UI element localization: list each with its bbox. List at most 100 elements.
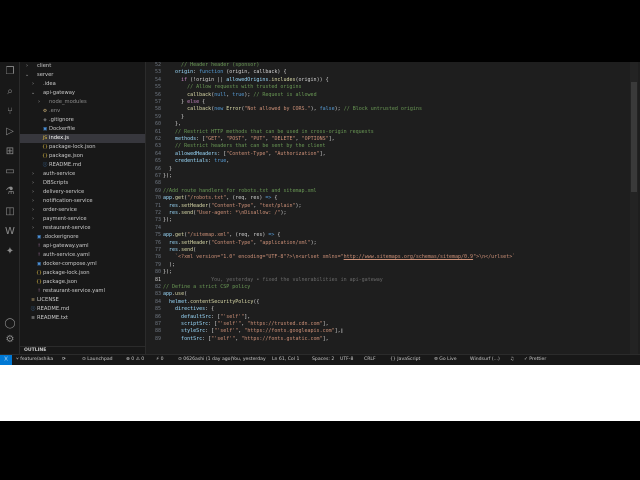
windsurf-icon[interactable]: W: [4, 226, 16, 238]
code-line[interactable]: 59 }: [146, 114, 640, 121]
code-line[interactable]: 57 } else {: [146, 99, 640, 106]
code-line[interactable]: 54 if (!origin || allowedOrigins.include…: [146, 77, 640, 84]
code-line[interactable]: 61 // Restrict HTTP methods that can be …: [146, 129, 640, 136]
status-eol[interactable]: CRLF: [364, 355, 376, 365]
explorer-item[interactable]: {}package.json: [20, 152, 145, 161]
explorer-item[interactable]: › notification-service: [20, 197, 145, 206]
code-editor[interactable]: 89 fontSrc: ["'self'", "https://fonts.gs…: [146, 62, 640, 354]
status-launchpad[interactable]: ⊙ Launchpad: [82, 355, 113, 365]
explorer-item[interactable]: ◆ .gitignore: [20, 116, 145, 125]
explorer-item[interactable]: › delivery-service: [20, 188, 145, 197]
explorer-item[interactable]: ⚙ .env: [20, 107, 145, 116]
code-line[interactable]: 71 res.setHeader("Content-Type", "text/p…: [146, 203, 640, 210]
code-line[interactable]: 52 // Header header (sponsor): [146, 62, 640, 69]
status-cursor-position[interactable]: Ln 61, Col 1: [272, 355, 299, 365]
remote-indicator[interactable]: ⟩⟨: [0, 355, 12, 365]
manage-gear-icon[interactable]: ⚙: [4, 334, 16, 346]
status-language-mode[interactable]: {} JavaScript: [390, 355, 420, 365]
explorer-item[interactable]: ! api-gateway.yaml: [20, 242, 145, 251]
code-line[interactable]: 87 scriptSrc: ["'self'", "https://truste…: [146, 321, 640, 328]
status-blame-author[interactable]: ⊙ 0626ashi (1 day ago): [178, 355, 232, 365]
code-line[interactable]: 75 app.get("/sitemap.xml", (req, res) => …: [146, 232, 640, 239]
chat-icon[interactable]: ✦: [4, 246, 16, 258]
code-line[interactable]: 73});: [146, 217, 640, 224]
code-line[interactable]: 60 },: [146, 121, 640, 128]
editor-scroll-thumb[interactable]: [631, 82, 637, 192]
explorer-item[interactable]: › order-service: [20, 206, 145, 215]
explorer-item[interactable]: ▣ Dockerfile: [20, 125, 145, 134]
code-line[interactable]: 65 credentials: true,: [146, 158, 640, 165]
explorer-item[interactable]: ⌄ server: [20, 71, 145, 80]
code-line[interactable]: 77 res.send(: [146, 247, 640, 254]
explorer-item[interactable]: › client: [20, 62, 145, 71]
code-line[interactable]: 66 }: [146, 166, 640, 173]
source-control-icon[interactable]: ⑂: [4, 106, 16, 118]
code-line[interactable]: 86 defaultSrc: ["'self'"],: [146, 314, 640, 321]
status-branch[interactable]: ⑂ feature/ashika: [16, 355, 53, 365]
status-problems[interactable]: ⊗ 0 ⚠ 0: [126, 355, 144, 365]
code-line[interactable]: 70 app.get("/robots.txt", (req, res) => {: [146, 195, 640, 202]
explorer-item[interactable]: › auth-service: [20, 170, 145, 179]
explorer-item[interactable]: ! auth-service.yaml: [20, 251, 145, 260]
explorer-item[interactable]: ⓘ README.md: [20, 305, 145, 314]
code-line[interactable]: 88 styleSrc: ["'self'", "https://fonts.g…: [146, 328, 640, 335]
code-line[interactable]: 78 `<?xml version="1.0" encoding="UTF-8"…: [146, 254, 640, 261]
code-line[interactable]: 58 callback(new Error("Not allowed by CO…: [146, 106, 640, 113]
testing-icon[interactable]: ⚗: [4, 186, 16, 198]
status-ports[interactable]: ⚡ 0: [156, 355, 164, 365]
code-line[interactable]: 81 You, yesterday • fixed the vulnerabil…: [146, 277, 640, 284]
explorer-item[interactable]: {}package-lock.json: [20, 143, 145, 152]
outline-section-header[interactable]: OUTLINE: [20, 346, 146, 354]
account-icon[interactable]: ◯: [4, 318, 16, 330]
explorer-item[interactable]: ≡ README.txt: [20, 314, 145, 323]
docker-icon[interactable]: ◫: [4, 206, 16, 218]
status-windsurf[interactable]: Windsurf (...): [470, 355, 500, 365]
explorer-item[interactable]: ≡ LICENSE: [20, 296, 145, 305]
code-line[interactable]: 83 app.use(: [146, 291, 640, 298]
code-line[interactable]: 79 );: [146, 262, 640, 269]
extensions-icon[interactable]: ⊞: [4, 146, 16, 158]
code-line[interactable]: 74: [146, 225, 640, 232]
explorer-item[interactable]: ▣ .dockerignore: [20, 233, 145, 242]
explorer-item[interactable]: ▣ docker-compose.yml: [20, 260, 145, 269]
explorer-item[interactable]: JS index.js: [20, 134, 145, 143]
code-line[interactable]: 53 origin: function (origin, callback) {: [146, 69, 640, 76]
remote-explorer-icon[interactable]: ▭: [4, 166, 16, 178]
bell-icon[interactable]: ♫: [510, 355, 514, 365]
status-encoding[interactable]: UTF-8: [340, 355, 353, 365]
run-debug-icon[interactable]: ▷: [4, 126, 16, 138]
code-line[interactable]: 68: [146, 180, 640, 187]
code-line[interactable]: 72 res.send("User-agent: *\nDisallow: /"…: [146, 210, 640, 217]
explorer-item[interactable]: ⓘ README.md: [20, 161, 145, 170]
explorer-item[interactable]: › .idea: [20, 80, 145, 89]
explorer-item[interactable]: {}package.json: [20, 278, 145, 287]
status-git-blame[interactable]: You, yesterday: [232, 355, 266, 365]
code-line[interactable]: 69//Add route handlers for robots.txt an…: [146, 188, 640, 195]
explorer-item[interactable]: › restaurant-service: [20, 224, 145, 233]
explorer-item[interactable]: ⌄ api-gateway: [20, 89, 145, 98]
code-line[interactable]: 56 callback(null, true); // Request is a…: [146, 92, 640, 99]
code-line[interactable]: 63 // Restrict headers that can be sent …: [146, 143, 640, 150]
code-line[interactable]: 62 methods: ["GET", "POST", "PUT", "DELE…: [146, 136, 640, 143]
code-line[interactable]: 84 helmet.contentSecurityPolicy({: [146, 299, 640, 306]
code-line[interactable]: 64 allowedHeaders: ["Content-Type", "Aut…: [146, 151, 640, 158]
files-icon[interactable]: ❐: [4, 66, 16, 78]
status-sync[interactable]: ⟳: [62, 355, 66, 365]
code-line[interactable]: 76 res.setHeader("Content-Type", "applic…: [146, 240, 640, 247]
code-line[interactable]: 85 directives: {: [146, 306, 640, 313]
code-token: (: [193, 247, 197, 253]
code-line[interactable]: 80});: [146, 269, 640, 276]
explorer-item[interactable]: {}package-lock.json: [20, 269, 145, 278]
code-line[interactable]: 67});: [146, 173, 640, 180]
code-line[interactable]: 82// Define a strict CSP policy: [146, 284, 640, 291]
explorer-item[interactable]: › node_modules: [20, 98, 145, 107]
code-line[interactable]: 89 fontSrc: ["'self'", "https://fonts.gs…: [146, 336, 640, 343]
status-indentation[interactable]: Spaces: 2: [312, 355, 334, 365]
explorer-item[interactable]: › DBScripts: [20, 179, 145, 188]
explorer-item[interactable]: ! restaurant-service.yaml: [20, 287, 145, 296]
code-line[interactable]: 55 // Allow requests with trusted origin…: [146, 84, 640, 91]
status-go-live[interactable]: ⊚ Go Live: [434, 355, 457, 365]
search-icon[interactable]: ⌕: [4, 86, 16, 98]
explorer-item[interactable]: › payment-service: [20, 215, 145, 224]
status-prettier[interactable]: ✓ Prettier: [524, 355, 546, 365]
